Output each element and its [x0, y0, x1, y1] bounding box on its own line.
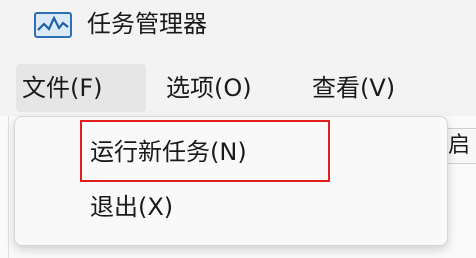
- menu-file[interactable]: 文件(F): [16, 64, 146, 112]
- background-tab-label: 启: [448, 133, 471, 158]
- title-bar: 任务管理器: [0, 0, 476, 54]
- menu-view[interactable]: 查看(V): [306, 64, 426, 112]
- content-divider: [8, 116, 9, 258]
- menu-options[interactable]: 选项(O): [160, 64, 286, 112]
- menu-item-exit[interactable]: 退出(X): [90, 191, 173, 223]
- app-title: 任务管理器: [87, 10, 207, 38]
- task-manager-icon: [34, 12, 72, 38]
- highlight-annotation: [80, 120, 330, 182]
